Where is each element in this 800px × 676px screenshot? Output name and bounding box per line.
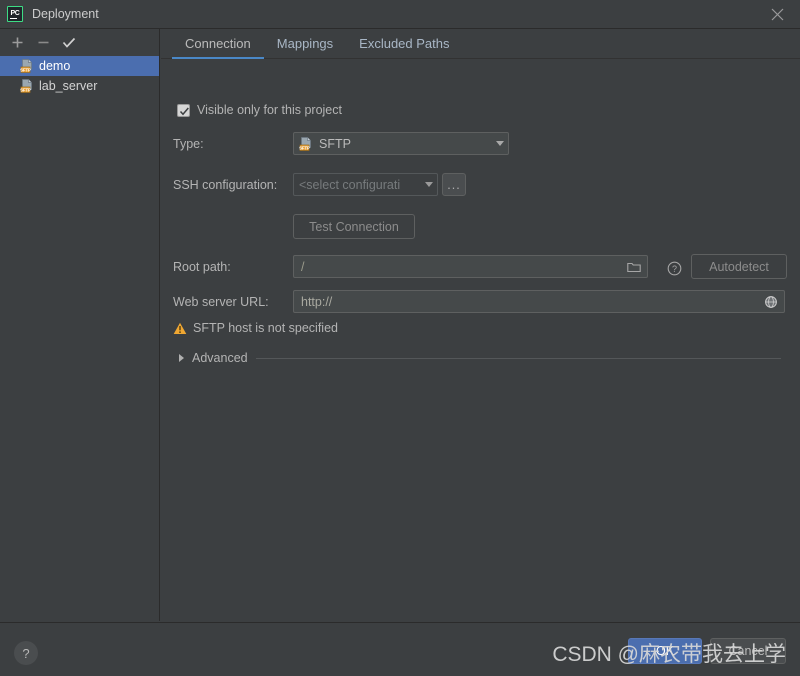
remove-server-button[interactable] (32, 32, 54, 54)
root-path-input[interactable]: / (293, 255, 648, 278)
sftp-glyph: SFTP (299, 136, 311, 151)
ssh-configuration-label-wrap: SSH configuration: (173, 178, 277, 192)
visible-only-checkbox[interactable] (177, 103, 190, 117)
set-default-server-button[interactable] (58, 32, 80, 54)
chevron-down-icon (496, 141, 504, 146)
tab-connection[interactable]: Connection (172, 36, 264, 59)
window-title: Deployment (32, 7, 99, 21)
svg-text:SFTP: SFTP (299, 145, 310, 150)
list-item-server-demo[interactable]: SFTP demo (0, 56, 159, 76)
web-server-url-value: http:// (301, 294, 333, 309)
test-connection-label: Test Connection (309, 219, 399, 234)
server-name: demo (39, 59, 71, 73)
type-label-wrap: Type: (173, 137, 204, 151)
tab-label: Mappings (276, 36, 334, 51)
connection-panel: Connection Mappings Excluded Paths Visib… (161, 29, 800, 621)
folder-glyph (627, 262, 641, 272)
tab-bar: Connection Mappings Excluded Paths (161, 29, 800, 59)
root-path-label-wrap: Root path: (173, 260, 231, 274)
check-icon (62, 37, 76, 48)
warning-triangle-icon (173, 322, 187, 334)
tab-label: Connection (185, 36, 251, 51)
autodetect-label: Autodetect (709, 259, 769, 274)
ssh-configuration-value: <select configurati (299, 177, 401, 192)
tab-excluded-paths[interactable]: Excluded Paths (346, 37, 462, 58)
sftp-icon: SFTP (20, 59, 34, 73)
folder-icon[interactable] (625, 258, 643, 276)
pycharm-logo-bar (10, 17, 17, 19)
server-name: lab_server (39, 79, 98, 93)
help-button-label: ? (22, 645, 30, 661)
cancel-button[interactable]: Cancel (710, 638, 786, 664)
svg-text:SFTP: SFTP (20, 87, 31, 92)
advanced-label: Advanced (192, 351, 248, 365)
root-path-value: / (301, 259, 305, 274)
ssh-configuration-browse-button[interactable]: ... (442, 173, 466, 196)
server-list: SFTP demo SFTP lab_server (0, 56, 159, 96)
tab-mappings[interactable]: Mappings (264, 37, 346, 58)
type-combobox[interactable]: SFTP SFTP (293, 132, 509, 155)
close-glyph (771, 8, 784, 21)
globe-icon[interactable] (762, 293, 780, 311)
tab-label: Excluded Paths (359, 36, 450, 51)
test-connection-button[interactable]: Test Connection (293, 214, 415, 239)
globe-glyph (765, 295, 777, 308)
plus-icon (12, 37, 22, 48)
svg-text:?: ? (671, 264, 676, 274)
help-button[interactable]: ? (14, 641, 38, 665)
browse-button-label: ... (447, 177, 461, 192)
ssh-configuration-label: SSH configuration: (173, 178, 278, 192)
root-path-label: Root path: (173, 260, 231, 274)
chevron-down-icon (425, 182, 433, 187)
sidebar-toolbar (0, 29, 159, 56)
visible-only-checkbox-row[interactable]: Visible only for this project (177, 103, 342, 117)
ssh-configuration-combobox[interactable]: <select configurati (293, 173, 438, 196)
pycharm-logo-text: PC (10, 9, 20, 17)
ok-button[interactable]: OK (628, 638, 702, 664)
list-item-server-lab-server[interactable]: SFTP lab_server (0, 76, 159, 96)
advanced-expander[interactable]: Advanced (179, 351, 781, 365)
web-server-url-label: Web server URL: (173, 295, 269, 309)
sftp-icon: SFTP (20, 79, 34, 93)
servers-sidebar: SFTP demo SFTP lab_server (0, 29, 160, 621)
sftp-glyph: SFTP (20, 59, 32, 73)
checkmark-icon (179, 107, 189, 115)
svg-text:SFTP: SFTP (20, 67, 31, 72)
warning-message: SFTP host is not specified (173, 321, 338, 335)
web-server-url-input[interactable]: http:// (293, 290, 785, 313)
root-path-help-icon[interactable]: ? (665, 259, 683, 277)
type-value: SFTP (319, 136, 351, 151)
visible-only-label: Visible only for this project (197, 103, 342, 117)
minus-icon (38, 41, 48, 44)
sftp-glyph: SFTP (20, 79, 32, 93)
add-server-button[interactable] (6, 32, 28, 54)
close-icon[interactable] (755, 0, 800, 29)
ok-button-label: OK (655, 644, 675, 658)
warning-text: SFTP host is not specified (193, 321, 338, 335)
sftp-icon: SFTP (299, 136, 313, 151)
title-bar: PC Deployment (0, 0, 800, 29)
type-label: Type: (173, 137, 204, 151)
pycharm-logo-icon: PC (7, 6, 23, 22)
web-server-url-label-wrap: Web server URL: (173, 295, 269, 309)
cancel-button-label: Cancel (728, 644, 768, 658)
chevron-right-icon (179, 354, 184, 362)
advanced-divider (255, 357, 781, 359)
question-circle-icon: ? (667, 261, 681, 275)
autodetect-button[interactable]: Autodetect (691, 254, 787, 279)
